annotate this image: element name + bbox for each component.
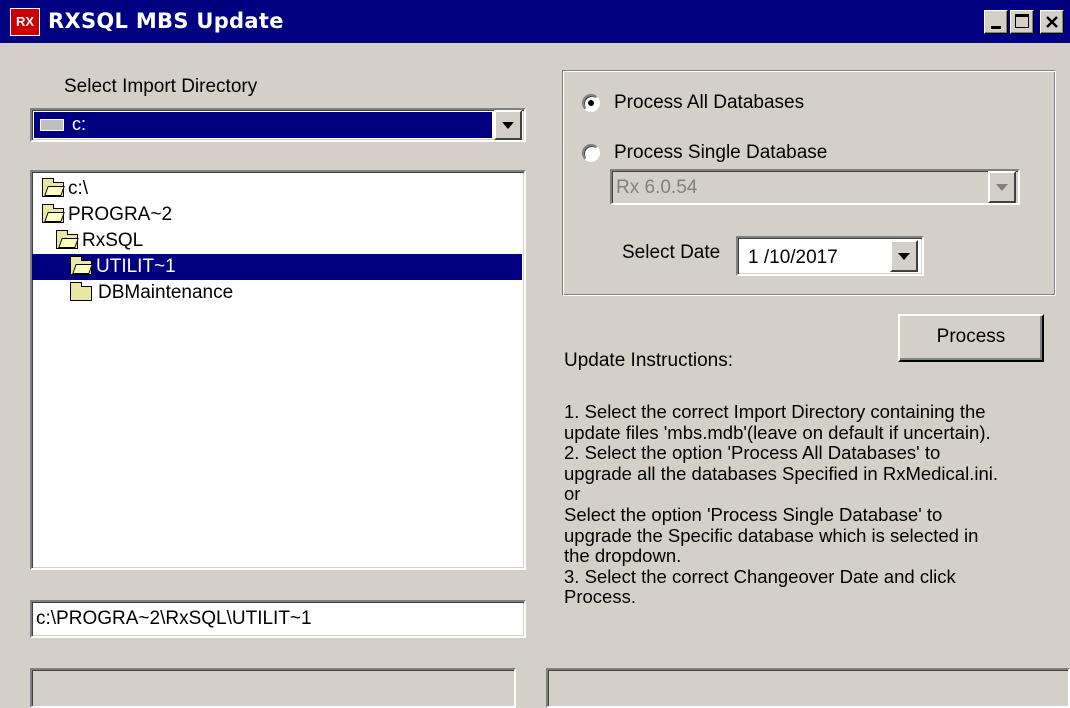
close-icon (1046, 16, 1058, 28)
window-title: RXSQL MBS Update (48, 9, 284, 33)
instructions-heading: Update Instructions: (564, 350, 733, 371)
radio-unselected-icon (582, 144, 600, 162)
folder-open-icon (70, 256, 92, 275)
date-dropdown-button[interactable] (890, 240, 918, 272)
radio-selected-icon (582, 94, 600, 112)
folder-open-icon (42, 178, 64, 197)
folder-open-icon (56, 230, 78, 249)
minimize-button[interactable] (984, 10, 1008, 34)
date-picker[interactable]: 1 /10/2017 (736, 236, 924, 276)
tree-item-label: c:\ (68, 178, 89, 199)
drive-select-value-area: c: (34, 112, 492, 138)
drive-icon (40, 119, 64, 131)
instruction-line: upgrade the Specific database which is s… (564, 524, 979, 546)
drive-select[interactable]: c: (30, 108, 526, 142)
folder-closed-icon (70, 282, 92, 301)
right-status-panel (546, 668, 1070, 708)
instruction-line: 3. Select the correct Changeover Date an… (564, 565, 956, 587)
instruction-line: Process. (564, 586, 636, 608)
path-field[interactable]: c:\PROGRA~2\RxSQL\UTILIT~1 (30, 600, 526, 638)
chevron-down-icon (898, 253, 910, 260)
process-all-label: Process All Databases (614, 92, 805, 113)
instruction-line: the dropdown. (564, 545, 682, 567)
left-status-panel (30, 668, 516, 708)
instructions-text: 1. Select the correct Import Directory c… (564, 401, 1064, 608)
close-button[interactable] (1040, 10, 1064, 34)
instruction-line: 2. Select the option 'Process All Databa… (564, 442, 941, 464)
chevron-down-icon (996, 184, 1008, 191)
tree-item-label: DBMaintenance (98, 282, 234, 303)
maximize-icon (1015, 14, 1029, 28)
tree-item-label: PROGRA~2 (68, 204, 173, 225)
instruction-line: Select the option 'Process Single Databa… (564, 503, 943, 525)
import-directory-label: Select Import Directory (64, 76, 258, 97)
path-value: c:\PROGRA~2\RxSQL\UTILIT~1 (36, 608, 312, 629)
instruction-line: or (564, 483, 581, 505)
app-logo-icon: RX (10, 8, 40, 36)
maximize-button[interactable] (1010, 10, 1034, 34)
folder-open-icon (42, 204, 64, 223)
database-dropdown-button[interactable] (988, 171, 1016, 203)
database-value: Rx 6.0.54 (616, 177, 698, 198)
minimize-icon (991, 26, 1001, 29)
chevron-down-icon (502, 122, 514, 129)
database-select[interactable]: Rx 6.0.54 (610, 169, 1020, 205)
title-bar[interactable]: RX RXSQL MBS Update (0, 0, 1070, 44)
tree-item-label: RxSQL (82, 230, 144, 251)
instruction-line: 1. Select the correct Import Directory c… (564, 401, 986, 422)
tree-item-utilit[interactable]: UTILIT~1 (32, 254, 522, 280)
process-button[interactable]: Process (898, 314, 1044, 362)
select-date-label: Select Date (622, 242, 721, 263)
instruction-line: update files 'mbs.mdb'(leave on default … (564, 421, 991, 443)
drive-value: c: (72, 114, 87, 134)
instruction-line: upgrade all the databases Specified in R… (564, 462, 998, 484)
tree-item-label: UTILIT~1 (96, 254, 176, 280)
drive-dropdown-button[interactable] (494, 110, 522, 140)
directory-tree[interactable]: c:\ PROGRA~2 RxSQL UTILIT~1 DBMaintenanc… (30, 170, 526, 570)
process-single-label: Process Single Database (614, 142, 828, 163)
date-value: 1 /10/2017 (748, 247, 838, 268)
